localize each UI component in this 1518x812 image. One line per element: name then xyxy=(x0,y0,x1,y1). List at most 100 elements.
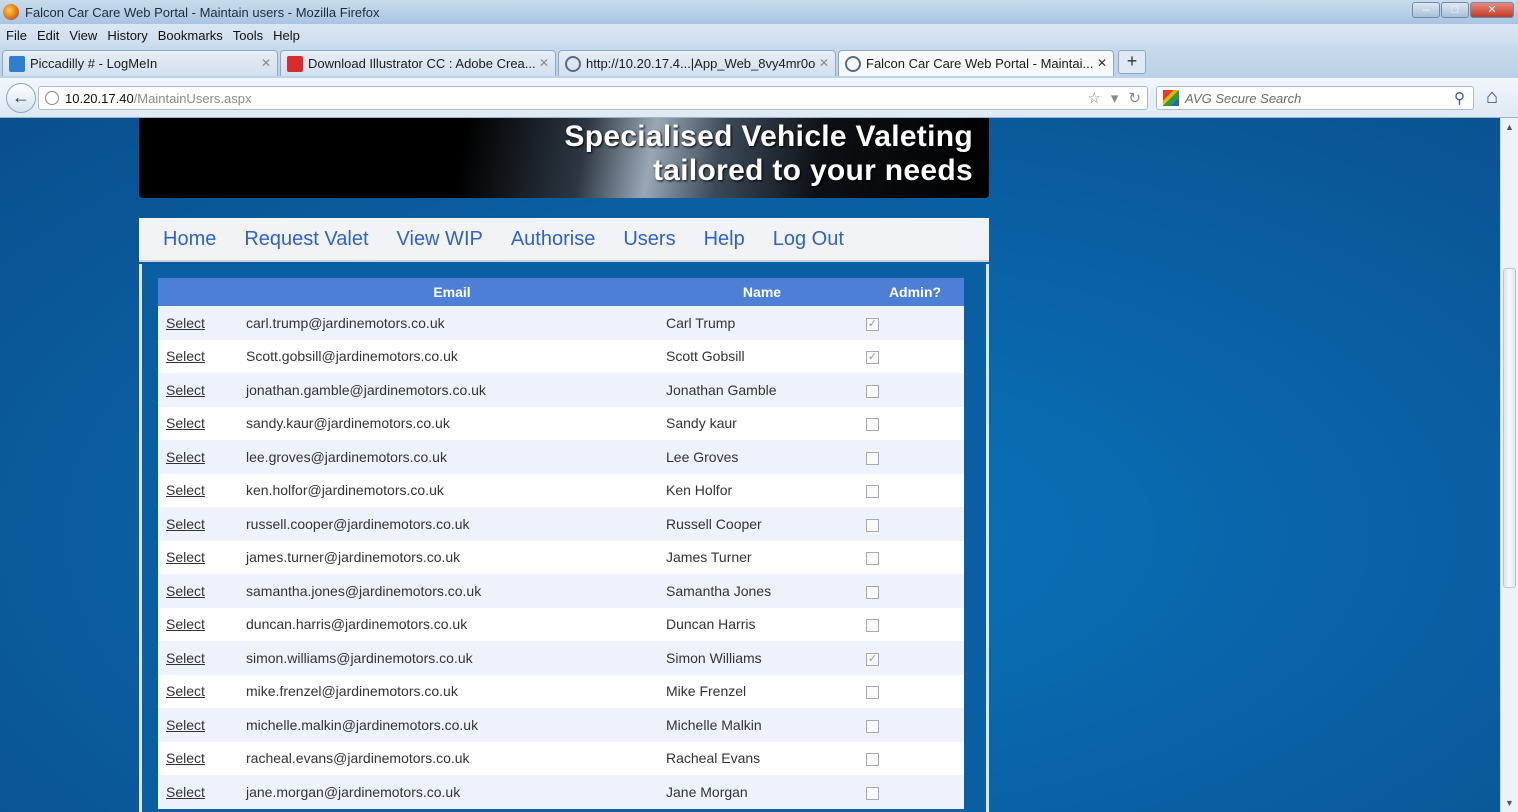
table-row: Select ken.holfor@jardinemotors.co.uk Ken … xyxy=(158,473,964,507)
admin-cell xyxy=(858,473,964,507)
back-button[interactable]: ← xyxy=(6,83,36,113)
select-link[interactable]: Select xyxy=(166,549,205,565)
bookmark-star-icon[interactable]: ☆ xyxy=(1087,89,1100,107)
email-cell: james.turner@jardinemotors.co.uk xyxy=(238,540,658,574)
users-panel: Email Name Admin? Select carl.trump@jardi… xyxy=(139,264,989,812)
admin-column-header: Admin? xyxy=(858,278,964,306)
tab-falcon-portal[interactable]: Falcon Car Care Web Portal - Maintai... … xyxy=(838,50,1114,76)
select-cell: Select xyxy=(158,540,238,574)
table-row: Select duncan.harris@jardinemotors.co.uk D… xyxy=(158,607,964,641)
admin-cell xyxy=(858,607,964,641)
nav-request-valet[interactable]: Request Valet xyxy=(244,228,368,251)
tab-adobe[interactable]: Download Illustrator CC : Adobe Crea... … xyxy=(280,50,556,76)
name-cell: Lee Groves xyxy=(658,440,858,474)
maximize-icon[interactable]: □ xyxy=(1441,2,1469,18)
admin-checkbox[interactable]: ✓ xyxy=(866,317,879,331)
name-cell: Duncan Harris xyxy=(658,607,858,641)
select-link[interactable]: Select xyxy=(166,449,205,465)
tab-logmein[interactable]: Piccadilly # - LogMeIn ✕ xyxy=(2,50,278,76)
admin-checkbox[interactable] xyxy=(866,786,879,800)
select-link[interactable]: Select xyxy=(166,683,205,699)
nav-users[interactable]: Users xyxy=(623,228,675,251)
menu-tools[interactable]: Tools xyxy=(233,28,263,43)
select-cell: Select xyxy=(158,641,238,675)
admin-checkbox[interactable] xyxy=(866,518,879,532)
admin-cell xyxy=(858,406,964,440)
reload-icon[interactable]: ↻ xyxy=(1128,89,1141,107)
menu-bookmarks[interactable]: Bookmarks xyxy=(158,28,223,43)
new-tab-button[interactable]: + xyxy=(1118,50,1146,74)
scroll-thumb[interactable] xyxy=(1503,268,1516,588)
scroll-down-arrow-icon[interactable]: ▼ xyxy=(1505,798,1514,808)
close-window-icon[interactable]: ✕ xyxy=(1470,2,1514,18)
name-cell: Scott Gobsill xyxy=(658,339,858,373)
table-row: Select russell.cooper@jardinemotors.co.uk… xyxy=(158,507,964,541)
nav-log-out[interactable]: Log Out xyxy=(773,228,844,251)
users-table: Email Name Admin? Select carl.trump@jardi… xyxy=(158,278,964,809)
dropdown-arrow-icon[interactable]: ▾ xyxy=(1111,89,1119,107)
email-cell: jane.morgan@jardinemotors.co.uk xyxy=(238,775,658,809)
magnifier-icon xyxy=(845,55,861,72)
menu-edit[interactable]: Edit xyxy=(37,28,59,43)
close-tab-icon[interactable]: ✕ xyxy=(261,56,271,70)
admin-checkbox[interactable]: ✓ xyxy=(866,351,879,365)
admin-checkbox[interactable]: ✓ xyxy=(866,652,879,666)
select-link[interactable]: Select xyxy=(166,516,205,532)
name-cell: Sandy kaur xyxy=(658,406,858,440)
admin-checkbox[interactable] xyxy=(866,418,879,432)
name-cell: Samantha Jones xyxy=(658,574,858,608)
menu-help[interactable]: Help xyxy=(273,28,300,43)
select-link[interactable]: Select xyxy=(166,650,205,666)
admin-checkbox[interactable] xyxy=(866,686,879,700)
admin-cell: ✓ xyxy=(858,641,964,675)
address-bar[interactable]: 10.20.17.40 /MaintainUsers.aspx ☆ ▾ ↻ xyxy=(38,86,1148,110)
close-tab-icon[interactable]: ✕ xyxy=(1097,56,1107,70)
email-cell: russell.cooper@jardinemotors.co.uk xyxy=(238,507,658,541)
search-box[interactable]: AVG Secure Search ⚲ xyxy=(1156,86,1474,110)
close-tab-icon[interactable]: ✕ xyxy=(819,56,829,70)
name-cell: Carl Trump xyxy=(658,306,858,340)
avg-logo-icon[interactable] xyxy=(1163,90,1179,106)
select-link[interactable]: Select xyxy=(166,348,205,364)
home-icon[interactable]: ⌂ xyxy=(1486,86,1498,109)
nav-home[interactable]: Home xyxy=(163,228,216,251)
select-link[interactable]: Select xyxy=(166,717,205,733)
select-link[interactable]: Select xyxy=(166,415,205,431)
search-icon[interactable]: ⚲ xyxy=(1454,89,1465,107)
admin-checkbox[interactable] xyxy=(866,485,879,499)
select-link[interactable]: Select xyxy=(166,616,205,632)
select-link[interactable]: Select xyxy=(166,315,205,331)
page-scrollbar[interactable]: ▲ ▼ xyxy=(1500,118,1518,812)
admin-cell xyxy=(858,775,964,809)
select-column-header xyxy=(158,278,238,306)
email-cell: lee.groves@jardinemotors.co.uk xyxy=(238,440,658,474)
menu-view[interactable]: View xyxy=(69,28,97,43)
table-row: Select jonathan.gamble@jardinemotors.co.u… xyxy=(158,373,964,407)
logmein-icon xyxy=(9,55,25,72)
nav-help[interactable]: Help xyxy=(704,228,745,251)
nav-view-wip[interactable]: View WIP xyxy=(397,228,483,251)
name-cell: Jane Morgan xyxy=(658,775,858,809)
admin-checkbox[interactable] xyxy=(866,753,879,767)
menu-file[interactable]: File xyxy=(6,28,27,43)
admin-checkbox[interactable] xyxy=(866,384,879,398)
admin-checkbox[interactable] xyxy=(866,585,879,599)
admin-checkbox[interactable] xyxy=(866,719,879,733)
select-link[interactable]: Select xyxy=(166,583,205,599)
adobe-icon xyxy=(287,55,303,72)
tab-app-web[interactable]: http://10.20.17.4...|App_Web_8vy4mr0o ✕ xyxy=(558,50,836,76)
select-link[interactable]: Select xyxy=(166,784,205,800)
nav-authorise[interactable]: Authorise xyxy=(511,228,596,251)
close-tab-icon[interactable]: ✕ xyxy=(539,56,549,70)
admin-checkbox[interactable] xyxy=(866,451,879,465)
select-link[interactable]: Select xyxy=(166,382,205,398)
email-cell: ken.holfor@jardinemotors.co.uk xyxy=(238,473,658,507)
select-link[interactable]: Select xyxy=(166,482,205,498)
admin-checkbox[interactable] xyxy=(866,619,879,633)
menu-history[interactable]: History xyxy=(107,28,147,43)
scroll-up-arrow-icon[interactable]: ▲ xyxy=(1505,122,1514,132)
minimize-icon[interactable]: – xyxy=(1412,2,1440,18)
admin-checkbox[interactable] xyxy=(866,552,879,566)
name-cell: Russell Cooper xyxy=(658,507,858,541)
select-link[interactable]: Select xyxy=(166,750,205,766)
